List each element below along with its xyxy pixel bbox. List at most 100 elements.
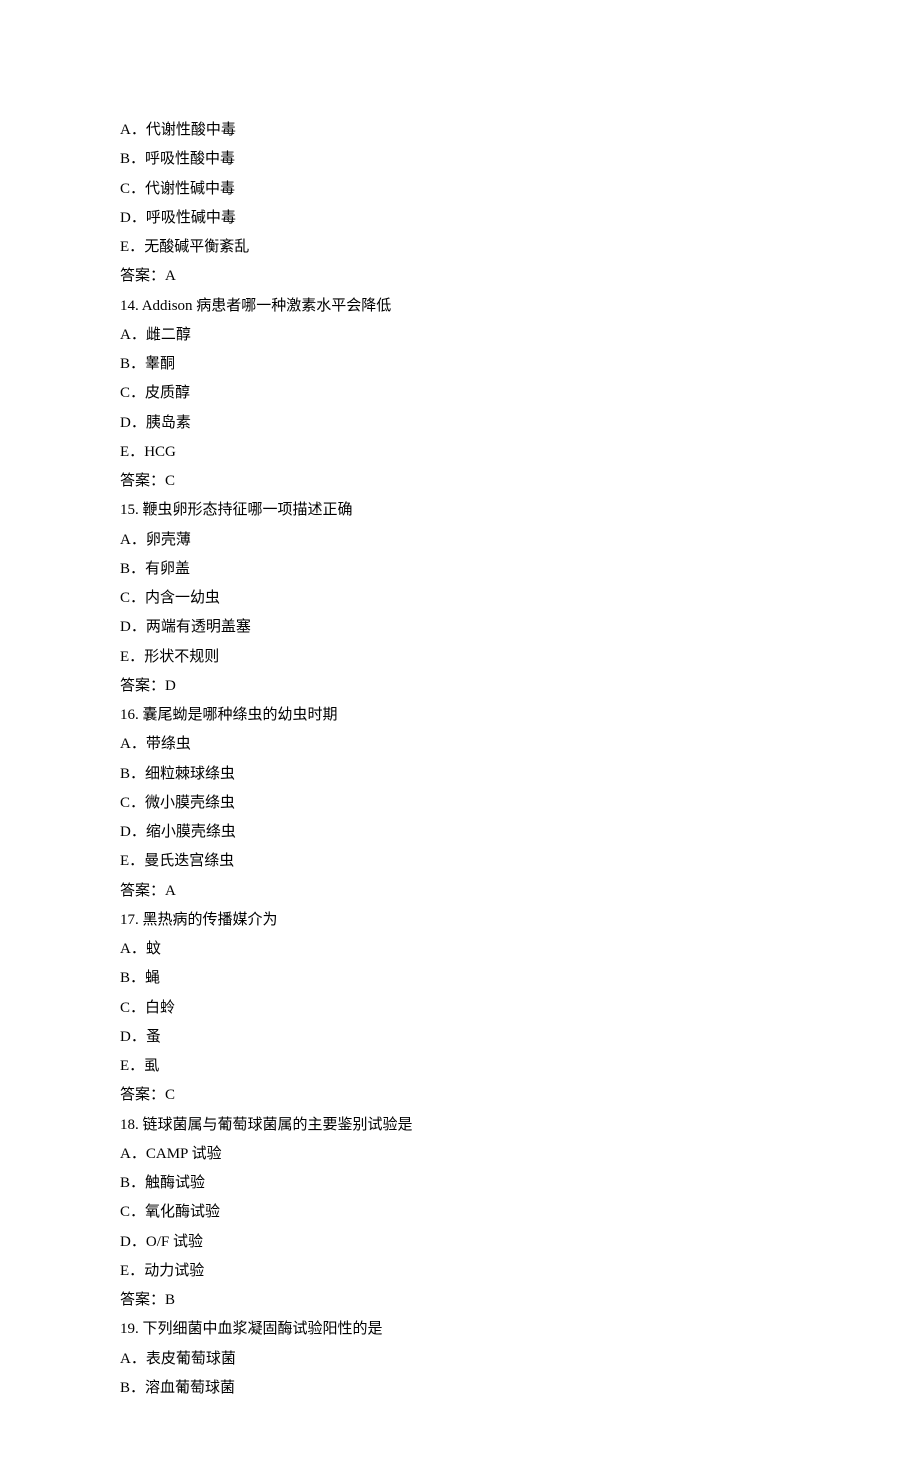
question-number: 16. <box>120 707 139 723</box>
option-letter: B <box>120 356 130 372</box>
answer-value: C <box>165 1087 175 1103</box>
option-text: 胰岛素 <box>146 415 191 431</box>
option-letter: A <box>120 1351 131 1367</box>
option-letter: B <box>120 1380 130 1396</box>
option-d: D．缩小膜壳绦虫 <box>120 818 800 847</box>
option-letter: D <box>120 1234 131 1250</box>
question-stem: 15. 鞭虫卵形态持征哪一项描述正确 <box>120 496 800 525</box>
answer-value: C <box>165 473 175 489</box>
option-text: 溶血葡萄球菌 <box>145 1380 235 1396</box>
answer-line: 答案：A <box>120 877 800 906</box>
option-text: 代谢性酸中毒 <box>146 122 236 138</box>
question-text: 链球菌属与葡萄球菌属的主要鉴别试验是 <box>143 1117 413 1133</box>
option-text: 雌二醇 <box>146 327 191 343</box>
option-b: B．细粒棘球绦虫 <box>120 760 800 789</box>
option-d: D．胰岛素 <box>120 409 800 438</box>
option-letter: B <box>120 561 130 577</box>
option-letter: D <box>120 1029 131 1045</box>
option-text: 代谢性碱中毒 <box>145 181 235 197</box>
option-e: E．形状不规则 <box>120 643 800 672</box>
option-letter: E <box>120 1058 129 1074</box>
option-a: A．CAMP 试验 <box>120 1140 800 1169</box>
option-b: B．呼吸性酸中毒 <box>120 145 800 174</box>
option-letter: B <box>120 766 130 782</box>
option-letter: A <box>120 1146 131 1162</box>
answer-line: 答案：C <box>120 1081 800 1110</box>
option-text: 微小膜壳绦虫 <box>145 795 235 811</box>
option-d: D．呼吸性碱中毒 <box>120 204 800 233</box>
option-d: D．蚤 <box>120 1023 800 1052</box>
option-a: A．代谢性酸中毒 <box>120 116 800 145</box>
option-c: C．代谢性碱中毒 <box>120 175 800 204</box>
option-text: 蚤 <box>146 1029 161 1045</box>
option-letter: E <box>120 853 129 869</box>
option-d: D．O/F 试验 <box>120 1228 800 1257</box>
option-a: A．表皮葡萄球菌 <box>120 1345 800 1374</box>
option-a: A．卵壳薄 <box>120 526 800 555</box>
question-number: 14. <box>120 298 139 314</box>
option-letter: E <box>120 1263 129 1279</box>
option-c: C．白蛉 <box>120 994 800 1023</box>
answer-label: 答案： <box>120 883 165 899</box>
answer-value: A <box>165 883 176 899</box>
option-letter: E <box>120 239 129 255</box>
option-text: 蝇 <box>145 970 160 986</box>
question-number: 18. <box>120 1117 139 1133</box>
option-b: B．蝇 <box>120 964 800 993</box>
question-stem: 17. 黑热病的传播媒介为 <box>120 906 800 935</box>
answer-label: 答案： <box>120 678 165 694</box>
option-letter: A <box>120 122 131 138</box>
question-stem: 14. Addison 病患者哪一种激素水平会降低 <box>120 292 800 321</box>
answer-line: 答案：C <box>120 467 800 496</box>
option-text: 呼吸性碱中毒 <box>146 210 236 226</box>
question-stem: 18. 链球菌属与葡萄球菌属的主要鉴别试验是 <box>120 1111 800 1140</box>
option-b: B．有卵盖 <box>120 555 800 584</box>
answer-line: 答案：A <box>120 262 800 291</box>
option-letter: C <box>120 590 130 606</box>
answer-line: 答案：B <box>120 1286 800 1315</box>
option-letter: C <box>120 385 130 401</box>
option-e: E．无酸碱平衡紊乱 <box>120 233 800 262</box>
answer-label: 答案： <box>120 1292 165 1308</box>
option-text: 卵壳薄 <box>146 532 191 548</box>
option-c: C．微小膜壳绦虫 <box>120 789 800 818</box>
answer-label: 答案： <box>120 1087 165 1103</box>
question-stem: 19. 下列细菌中血浆凝固酶试验阳性的是 <box>120 1315 800 1344</box>
option-letter: C <box>120 795 130 811</box>
option-text: 细粒棘球绦虫 <box>145 766 235 782</box>
question-text: 下列细菌中血浆凝固酶试验阳性的是 <box>143 1321 383 1337</box>
option-text: 形状不规则 <box>144 649 219 665</box>
question-stem: 16. 囊尾蚴是哪种绦虫的幼虫时期 <box>120 701 800 730</box>
option-d: D．两端有透明盖塞 <box>120 613 800 642</box>
option-letter: B <box>120 151 130 167</box>
question-text: 黑热病的传播媒介为 <box>143 912 278 928</box>
option-text: 表皮葡萄球菌 <box>146 1351 236 1367</box>
option-letter: B <box>120 1175 130 1191</box>
option-a: A．雌二醇 <box>120 321 800 350</box>
option-text: 氧化酶试验 <box>145 1204 220 1220</box>
option-b: B．溶血葡萄球菌 <box>120 1374 800 1403</box>
question-number: 17. <box>120 912 139 928</box>
option-text: 呼吸性酸中毒 <box>145 151 235 167</box>
option-text: O/F 试验 <box>146 1234 203 1250</box>
answer-label: 答案： <box>120 268 165 284</box>
option-letter: D <box>120 210 131 226</box>
option-b: B．触酶试验 <box>120 1169 800 1198</box>
option-letter: E <box>120 444 129 460</box>
option-letter: C <box>120 1204 130 1220</box>
option-text: 虱 <box>144 1058 159 1074</box>
option-e: E．动力试验 <box>120 1257 800 1286</box>
option-e: E．HCG <box>120 438 800 467</box>
option-letter: A <box>120 736 131 752</box>
option-letter: A <box>120 532 131 548</box>
option-c: C．氧化酶试验 <box>120 1198 800 1227</box>
option-text: CAMP 试验 <box>146 1146 222 1162</box>
option-text: 曼氏迭宫绦虫 <box>144 853 234 869</box>
answer-value: D <box>165 678 176 694</box>
option-text: 有卵盖 <box>145 561 190 577</box>
option-letter: D <box>120 824 131 840</box>
option-text: 皮质醇 <box>145 385 190 401</box>
option-letter: C <box>120 1000 130 1016</box>
option-text: 带绦虫 <box>146 736 191 752</box>
question-text: Addison 病患者哪一种激素水平会降低 <box>142 298 392 314</box>
